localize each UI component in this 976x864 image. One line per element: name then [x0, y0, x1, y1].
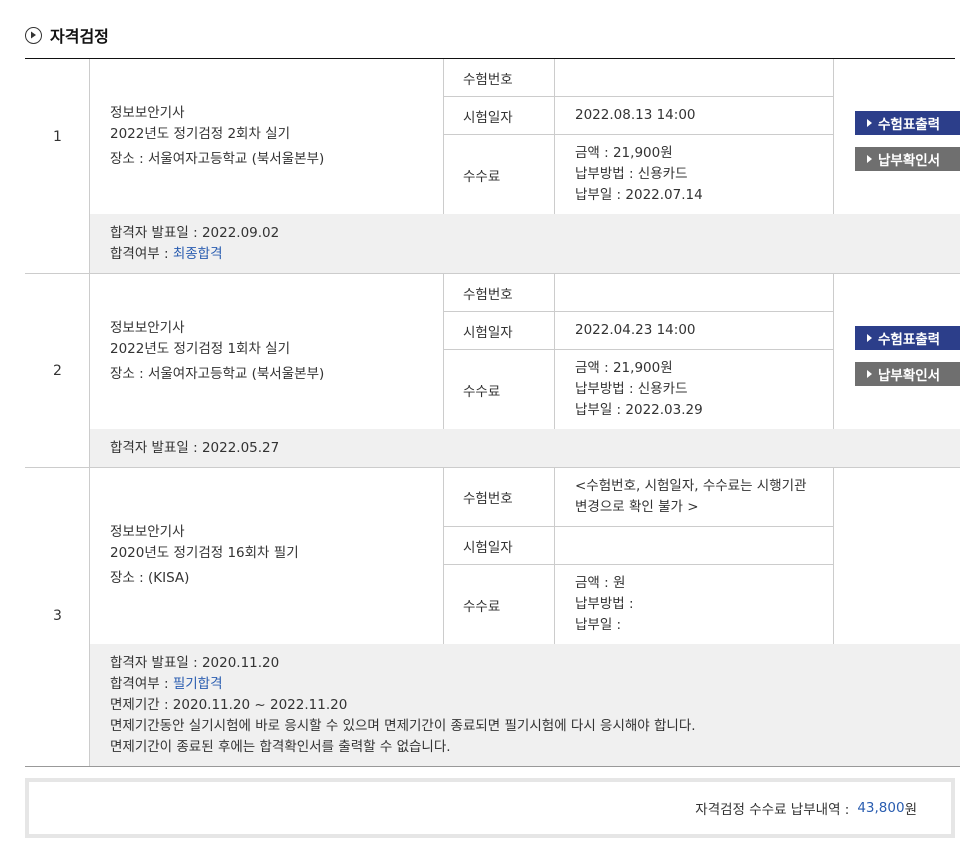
record-index: 3 — [53, 608, 62, 624]
payment-receipt-button[interactable]: 납부확인서 — [855, 147, 960, 171]
fee-method: 납부방법 : 신용카드 — [575, 166, 688, 182]
exam-date-value — [555, 527, 833, 564]
fee-total-unit: 원 — [904, 802, 917, 818]
section-title: 자격검정 — [50, 27, 109, 46]
print-ticket-button[interactable]: 수험표출력 — [855, 326, 960, 350]
announce-date: 합격자 발표일 : 2022.05.27 — [110, 439, 280, 456]
section-header: 자격검정 — [25, 24, 109, 46]
exam-name: 정보보안기사 — [110, 105, 185, 121]
announce-date: 합격자 발표일 : 2020.11.20 — [110, 654, 280, 671]
fee-details: 금액 : 원 납부방법 : 납부일 : — [555, 565, 833, 644]
announce-date: 합격자 발표일 : 2022.09.02 — [110, 224, 280, 241]
exam-no-label: 수험번호 — [463, 491, 513, 507]
exam-date-label: 시험일자 — [463, 324, 513, 341]
fee-label: 수수료 — [463, 168, 501, 185]
fee-date: 납부일 : 2022.07.14 — [575, 187, 703, 203]
exam-date-label: 시험일자 — [463, 539, 513, 556]
triangle-right-icon — [867, 370, 872, 378]
fee-date: 납부일 : — [575, 617, 622, 633]
fee-details: 금액 : 21,900원 납부방법 : 신용카드 납부일 : 2022.03.2… — [555, 350, 833, 429]
pass-status: 합격여부 : 필기합격 — [110, 675, 223, 692]
payment-receipt-button[interactable]: 납부확인서 — [855, 362, 960, 386]
fee-total-box: 자격검정 수수료 납부내역 : 43,800 원 — [25, 778, 955, 838]
exam-date-label: 시험일자 — [463, 109, 513, 126]
exam-no-notice-line1: <수험번호, 시험일자, 수수료는 시행기관 — [575, 478, 807, 494]
result-summary: 합격자 발표일 : 2022.05.27 — [90, 429, 960, 467]
exam-no-label: 수험번호 — [463, 286, 513, 303]
circle-chevron-right-icon — [25, 26, 42, 44]
fee-method: 납부방법 : 신용카드 — [575, 381, 688, 397]
fee-date: 납부일 : 2022.03.29 — [575, 402, 703, 418]
fee-method: 납부방법 : — [575, 596, 634, 612]
exemption-note-2: 면제기간이 종료된 후에는 합격확인서를 출력할 수 없습니다. — [110, 738, 451, 755]
fee-amount: 금액 : 원 — [575, 575, 626, 591]
exemption-period: 면제기간 : 2020.11.20 ~ 2022.11.20 — [110, 696, 348, 713]
exam-no-label: 수험번호 — [463, 71, 513, 88]
exemption-note-1: 면제기간동안 실기시험에 바로 응시할 수 있으며 면제기간이 종료되면 필기시… — [110, 717, 696, 734]
triangle-right-icon — [867, 119, 872, 127]
exam-description: 정보보안기사 2020년도 정기검정 16회차 필기 장소 : (KISA) — [110, 522, 299, 589]
exam-session: 2020년도 정기검정 16회차 필기 — [110, 545, 299, 561]
record-index: 1 — [53, 128, 62, 145]
fee-amount: 금액 : 21,900원 — [575, 360, 673, 376]
fee-total-label: 자격검정 수수료 납부내역 : — [695, 802, 850, 818]
exam-place: 장소 : (KISA) — [110, 570, 190, 586]
exam-date-value: 2022.04.23 14:00 — [575, 322, 696, 338]
exam-description: 정보보안기사 2022년도 정기검정 2회차 실기 장소 : 서울여자고등학교 … — [110, 103, 324, 170]
exam-place: 장소 : 서울여자고등학교 (북서울본부) — [110, 151, 325, 167]
pass-status: 합격여부 : 최종합격 — [110, 245, 223, 262]
triangle-right-icon — [867, 155, 872, 163]
exam-description: 정보보안기사 2022년도 정기검정 1회차 실기 장소 : 서울여자고등학교 … — [110, 318, 324, 385]
fee-amount: 금액 : 21,900원 — [575, 145, 673, 161]
pass-status-link[interactable]: 최종합격 — [173, 246, 223, 262]
exam-name: 정보보안기사 — [110, 320, 185, 336]
exam-session: 2022년도 정기검정 1회차 실기 — [110, 341, 291, 357]
exam-no-value: <수험번호, 시험일자, 수수료는 시행기관 변경으로 확인 불가 > — [555, 468, 833, 526]
exam-place: 장소 : 서울여자고등학교 (북서울본부) — [110, 366, 325, 382]
fee-total-amount: 43,800 — [857, 800, 905, 816]
exam-no-value — [555, 59, 833, 96]
pass-status-link[interactable]: 필기합격 — [173, 676, 223, 692]
exam-no-value — [555, 274, 833, 311]
fee-label: 수수료 — [463, 383, 501, 400]
result-summary: 합격자 발표일 : 2022.09.02 합격여부 : 최종합격 — [90, 214, 960, 273]
result-summary: 합격자 발표일 : 2020.11.20 합격여부 : 필기합격 면제기간 : … — [90, 644, 960, 766]
exam-session: 2022년도 정기검정 2회차 실기 — [110, 126, 291, 142]
exam-record-3: 3 정보보안기사 2020년도 정기검정 16회차 필기 장소 : (KISA)… — [25, 468, 960, 767]
exam-record-1: 1 정보보안기사 2022년도 정기검정 2회차 실기 장소 : 서울여자고등학… — [25, 59, 960, 274]
triangle-right-icon — [867, 334, 872, 342]
record-index: 2 — [53, 363, 62, 379]
exam-record-2: 2 정보보안기사 2022년도 정기검정 1회차 실기 장소 : 서울여자고등학… — [25, 274, 960, 468]
exam-date-value: 2022.08.13 14:00 — [575, 107, 696, 123]
exam-name: 정보보안기사 — [110, 524, 185, 540]
print-ticket-button[interactable]: 수험표출력 — [855, 111, 960, 135]
exam-no-notice-line2: 변경으로 확인 불가 > — [575, 499, 699, 515]
fee-details: 금액 : 21,900원 납부방법 : 신용카드 납부일 : 2022.07.1… — [555, 135, 833, 214]
fee-label: 수수료 — [463, 598, 501, 615]
